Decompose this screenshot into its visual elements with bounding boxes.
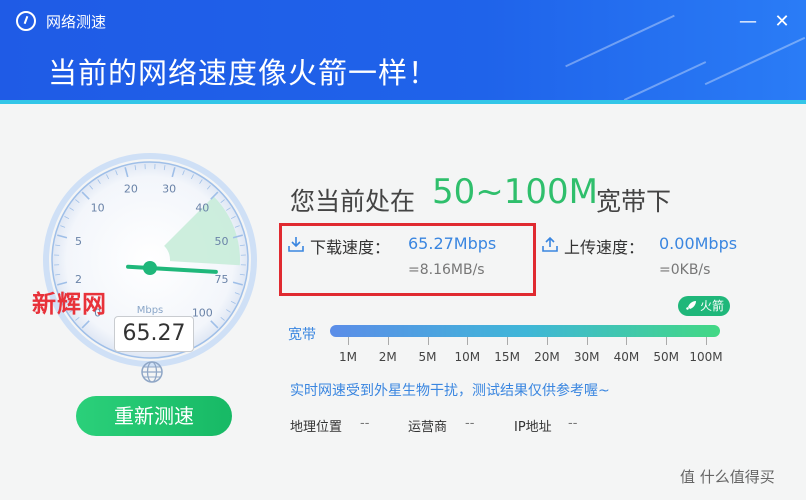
gauge-tick-label: 30 — [162, 183, 176, 196]
bandwidth-tick-label: 1M — [339, 350, 357, 364]
gauge-tick-label: 75 — [214, 273, 228, 286]
bandwidth-tick-label: 15M — [494, 350, 520, 364]
bandwidth-tick — [706, 337, 707, 345]
rocket-icon — [686, 301, 696, 310]
bandwidth-tick — [546, 337, 548, 345]
status-prefix: 您当前处在 — [290, 187, 416, 216]
watermark-text: 新辉网 — [32, 290, 107, 318]
bandwidth-tick-label: 2M — [378, 350, 397, 364]
bandwidth-tick-label: 30M — [573, 350, 600, 364]
close-button[interactable]: ✕ — [770, 10, 794, 34]
gauge-needle-hub — [143, 261, 157, 275]
bandwidth-tick — [467, 337, 469, 345]
ip-label: IP地址 — [514, 420, 552, 435]
upload-speed-bytes: =0KB/s — [659, 262, 711, 278]
minimize-button[interactable]: — — [736, 10, 760, 34]
speed-readout: 65.27 — [114, 316, 194, 352]
isp-label: 运营商 — [408, 420, 448, 435]
bandwidth-tick — [586, 337, 588, 345]
decor-streak — [704, 36, 806, 86]
bandwidth-scale-bar — [330, 325, 720, 337]
bandwidth-tick — [387, 337, 389, 345]
bandwidth-scale: 1M 2M 5M 10M 15M 20M 30M 40M 50M 100M — [330, 337, 723, 364]
download-icon — [288, 237, 304, 252]
bandwidth-tick — [666, 337, 668, 345]
bandwidth-tick — [348, 337, 349, 345]
decor-streak — [623, 61, 707, 101]
header-accent-line — [0, 100, 806, 104]
location-label: 地理位置 — [290, 420, 343, 435]
gauge-unit-label: Mbps — [137, 305, 164, 316]
download-speed-value: 65.27Mbps — [408, 234, 497, 253]
upload-icon — [542, 236, 558, 252]
app-logo-icon — [16, 11, 36, 31]
bandwidth-tick-label: 10M — [454, 350, 481, 364]
upload-label: 上传速度： — [564, 238, 645, 257]
location-value: -- — [360, 416, 370, 431]
download-speed-bytes: =8.16MB/s — [408, 262, 485, 278]
download-label: 下载速度： — [310, 238, 391, 257]
bandwidth-tick-label: 100M — [689, 350, 723, 364]
window-title: 网络测速 — [46, 13, 107, 31]
decor-streak — [565, 14, 675, 68]
status-suffix: 宽带下 — [596, 187, 672, 216]
result-headline: 当前的网络速度像火箭一样！ — [48, 56, 439, 90]
bandwidth-tick-label: 50M — [653, 350, 680, 364]
isp-value: -- — [465, 416, 475, 431]
bandwidth-range: 50~100M — [432, 172, 598, 212]
bandwidth-tick-label: 20M — [534, 350, 560, 364]
gauge-tick-label: 100 — [192, 306, 213, 319]
corner-watermark: 值 什么值得买 — [680, 468, 775, 486]
bandwidth-tick — [507, 337, 509, 345]
bandwidth-tick-label: 5M — [418, 350, 437, 364]
ip-value: -- — [568, 416, 578, 431]
gauge-tick-label: 50 — [214, 235, 228, 248]
bandwidth-bar-label: 宽带 — [288, 327, 316, 343]
disclaimer-text: 实时网速受到外星生物干扰，测试结果仅供参考喔~ — [290, 383, 610, 399]
bandwidth-tick — [626, 337, 628, 345]
upload-speed-value: 0.00Mbps — [659, 234, 738, 253]
bandwidth-tick-label: 40M — [613, 350, 640, 364]
retest-button[interactable]: 重新测速 — [76, 396, 232, 436]
header-banner: 网络测速 — ✕ 当前的网络速度像火箭一样！ — [0, 0, 806, 104]
globe-icon — [141, 361, 163, 383]
gauge-tick-label: 40 — [195, 202, 209, 215]
gauge-tick-label: 10 — [91, 202, 105, 215]
rocket-badge-label: 火箭 — [700, 299, 725, 313]
gauge-tick-label: 20 — [124, 183, 138, 196]
gauge-tick-label: 5 — [75, 235, 82, 248]
rocket-badge: 火箭 — [678, 296, 730, 316]
bandwidth-tick — [427, 337, 429, 345]
